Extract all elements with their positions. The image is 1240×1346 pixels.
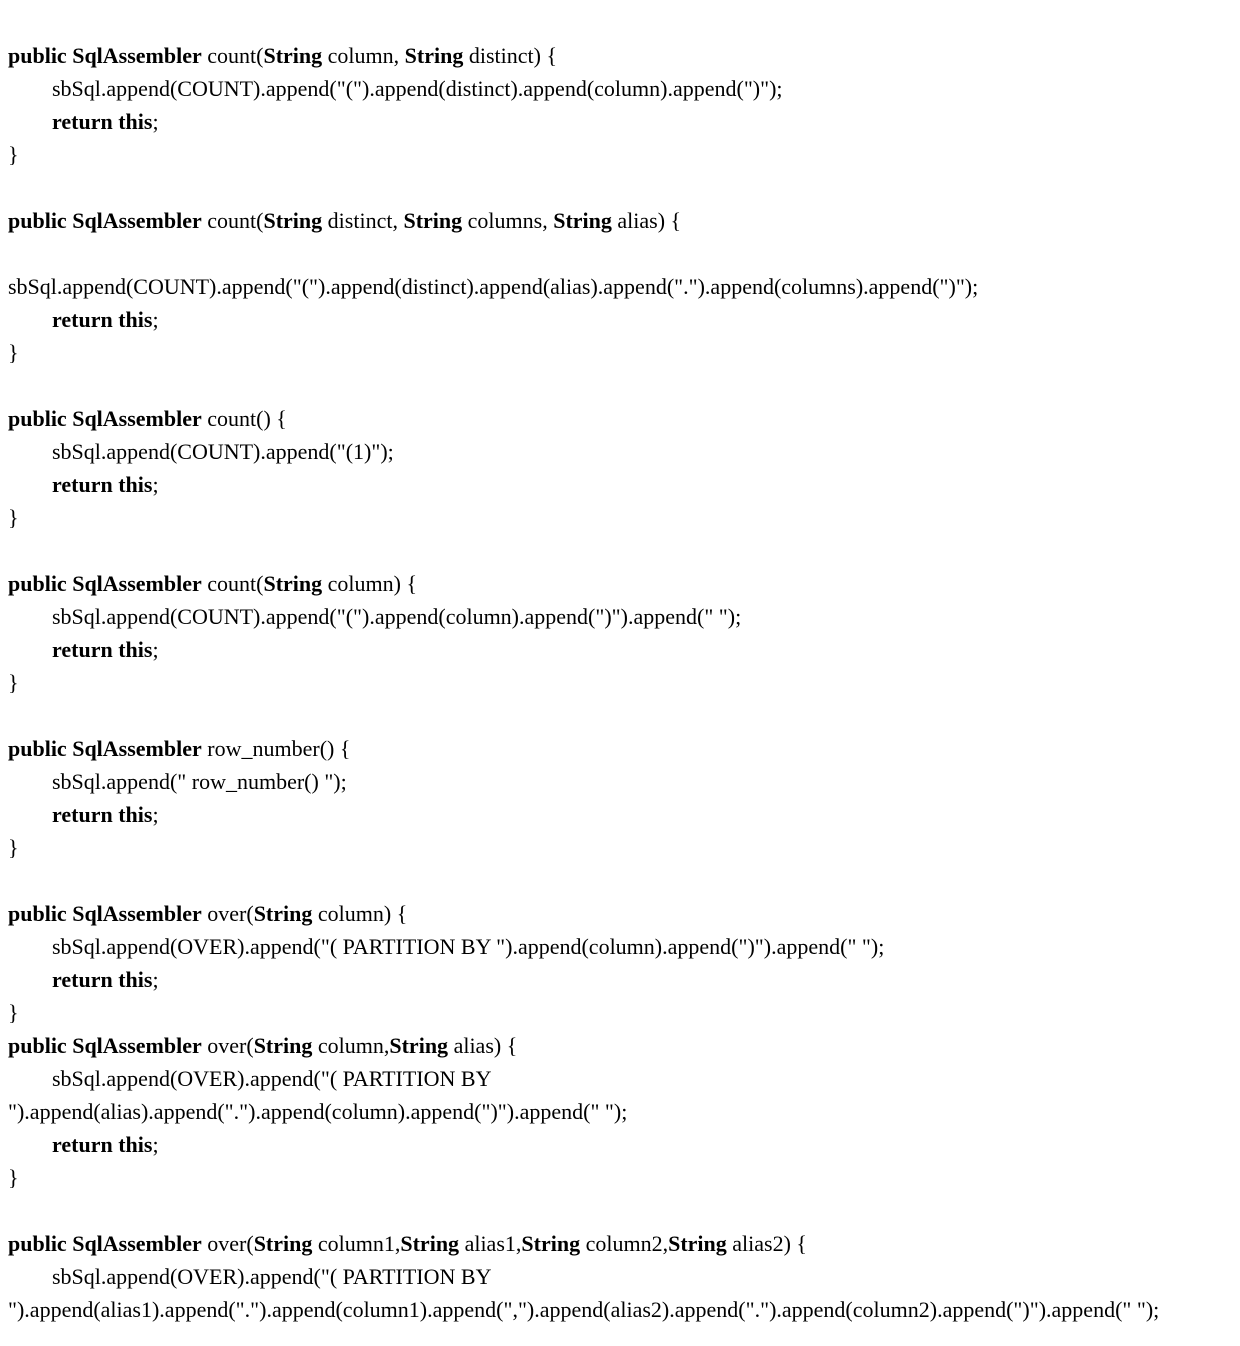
- return-type: SqlAssembler: [72, 406, 202, 431]
- param-name: alias: [454, 1033, 494, 1058]
- return-type: SqlAssembler: [72, 43, 202, 68]
- code-line: sbSql.append(COUNT).append("(").append(d…: [52, 76, 783, 101]
- param-type: String: [553, 208, 612, 233]
- keyword-public: public: [8, 1033, 67, 1058]
- keyword-public: public: [8, 208, 67, 233]
- keyword-public: public: [8, 571, 67, 596]
- code-line: sbSql.append(COUNT).append("(").append(d…: [8, 274, 978, 299]
- param-type: String: [668, 1231, 727, 1256]
- return-statement: return this: [52, 1132, 152, 1157]
- param-type: String: [254, 901, 313, 926]
- keyword-public: public: [8, 406, 67, 431]
- method-name: over: [207, 901, 246, 926]
- param-name: columns: [468, 208, 543, 233]
- code-line: sbSql.append(OVER).append("( PARTITION B…: [52, 934, 884, 959]
- param-name: column: [328, 571, 394, 596]
- return-type: SqlAssembler: [72, 736, 202, 761]
- param-type: String: [254, 1033, 313, 1058]
- param-name: column: [328, 43, 394, 68]
- return-type: SqlAssembler: [72, 208, 202, 233]
- method-name: count: [207, 208, 256, 233]
- code-line: sbSql.append(COUNT).append("(").append(c…: [52, 604, 741, 629]
- code-line: sbSql.append(OVER).append("( PARTITION B…: [52, 1066, 491, 1091]
- return-statement: return this: [52, 802, 152, 827]
- method-name: row_number: [207, 736, 319, 761]
- return-type: SqlAssembler: [72, 901, 202, 926]
- param-name: column: [318, 1033, 384, 1058]
- return-type: SqlAssembler: [72, 571, 202, 596]
- return-statement: return this: [52, 307, 152, 332]
- keyword-public: public: [8, 736, 67, 761]
- param-type: String: [263, 43, 322, 68]
- code-block: public SqlAssembler count(String column,…: [8, 6, 1232, 1326]
- code-line: ").append(alias1).append(".").append(col…: [8, 1297, 1159, 1322]
- method-name: over: [207, 1033, 246, 1058]
- param-name: alias1: [465, 1231, 516, 1256]
- keyword-public: public: [8, 43, 67, 68]
- param-type: String: [400, 1231, 459, 1256]
- param-name: alias2: [732, 1231, 783, 1256]
- param-name: distinct: [469, 43, 534, 68]
- param-type: String: [263, 571, 322, 596]
- method-name: count: [207, 43, 256, 68]
- code-line: ").append(alias).append(".").append(colu…: [8, 1099, 627, 1124]
- param-name: alias: [617, 208, 657, 233]
- return-statement: return this: [52, 472, 152, 497]
- code-line: sbSql.append(" row_number() ");: [52, 769, 347, 794]
- param-type: String: [389, 1033, 448, 1058]
- method-name: count: [207, 406, 256, 431]
- param-name: column1: [318, 1231, 395, 1256]
- param-type: String: [254, 1231, 313, 1256]
- code-line: sbSql.append(OVER).append("( PARTITION B…: [52, 1264, 491, 1289]
- return-statement: return this: [52, 637, 152, 662]
- return-statement: return this: [52, 109, 152, 134]
- param-name: column2: [586, 1231, 663, 1256]
- return-type: SqlAssembler: [72, 1033, 202, 1058]
- param-type: String: [263, 208, 322, 233]
- param-type: String: [521, 1231, 580, 1256]
- keyword-public: public: [8, 1231, 67, 1256]
- return-statement: return this: [52, 967, 152, 992]
- param-name: distinct: [328, 208, 393, 233]
- method-name: over: [207, 1231, 246, 1256]
- return-type: SqlAssembler: [72, 1231, 202, 1256]
- code-line: sbSql.append(COUNT).append("(1)");: [52, 439, 394, 464]
- keyword-public: public: [8, 901, 67, 926]
- method-name: count: [207, 571, 256, 596]
- param-type: String: [403, 208, 462, 233]
- param-type: String: [405, 43, 464, 68]
- param-name: column: [318, 901, 384, 926]
